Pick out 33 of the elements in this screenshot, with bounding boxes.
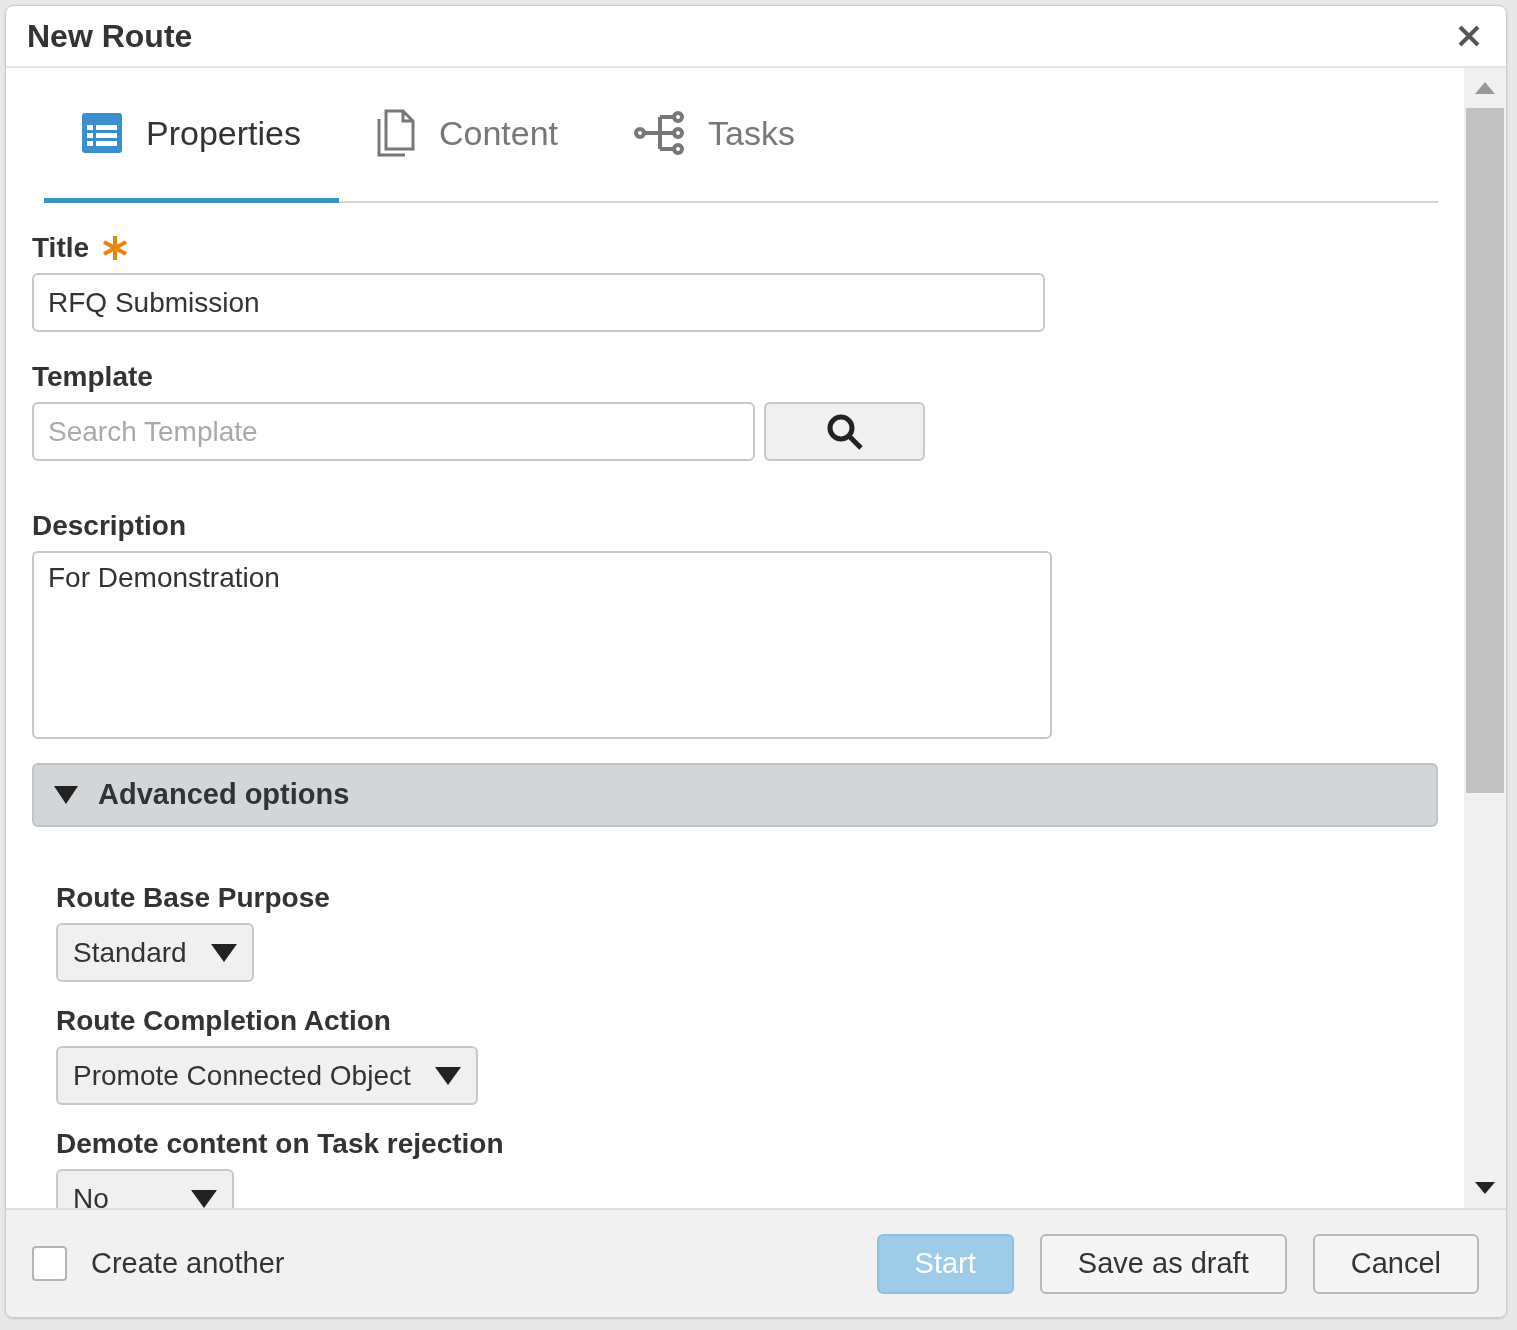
field-label: Template [32, 360, 153, 394]
documents-icon [376, 109, 415, 157]
tab[interactable]: Properties [44, 68, 339, 203]
branch-icon [634, 109, 685, 157]
caret-icon [210, 943, 237, 962]
dialog-title: New Route [27, 17, 193, 56]
tab[interactable]: Tasks [596, 68, 833, 203]
field-label: Route Base Purpose [56, 881, 331, 915]
field-label: Description [32, 509, 187, 543]
checkbox[interactable] [32, 1246, 67, 1281]
scrollbar-thumb[interactable] [1466, 108, 1504, 793]
dropdown[interactable]: Standard [56, 923, 254, 982]
text-area[interactable]: For Demonstration [32, 551, 1052, 739]
search-field[interactable]: Search Template [32, 402, 755, 461]
table-icon [82, 113, 122, 153]
search-icon [825, 412, 864, 451]
advanced-options-header[interactable]: Advanced options [32, 763, 1438, 827]
scroll-up-icon[interactable] [1475, 82, 1495, 94]
tab[interactable]: Content [338, 68, 597, 203]
footer-button[interactable]: Cancel [1312, 1233, 1479, 1294]
field-label: Demote content on Task rejection [56, 1127, 505, 1161]
search-button[interactable] [764, 402, 925, 461]
dropdown[interactable]: No [56, 1169, 234, 1208]
field-label: Title [32, 231, 90, 265]
close-icon [1458, 25, 1480, 47]
dropdown[interactable]: Promote Connected Object [56, 1046, 478, 1105]
text-field[interactable]: RFQ Submission [32, 273, 1045, 332]
field-label: Route Completion Action [56, 1004, 392, 1038]
caret-icon [434, 1066, 461, 1085]
scroll-down-icon[interactable] [1475, 1182, 1495, 1194]
scrollbar[interactable] [1464, 68, 1506, 1208]
footer-button[interactable]: Save as draft [1039, 1233, 1287, 1294]
checkbox-label: Create another [91, 1245, 285, 1281]
